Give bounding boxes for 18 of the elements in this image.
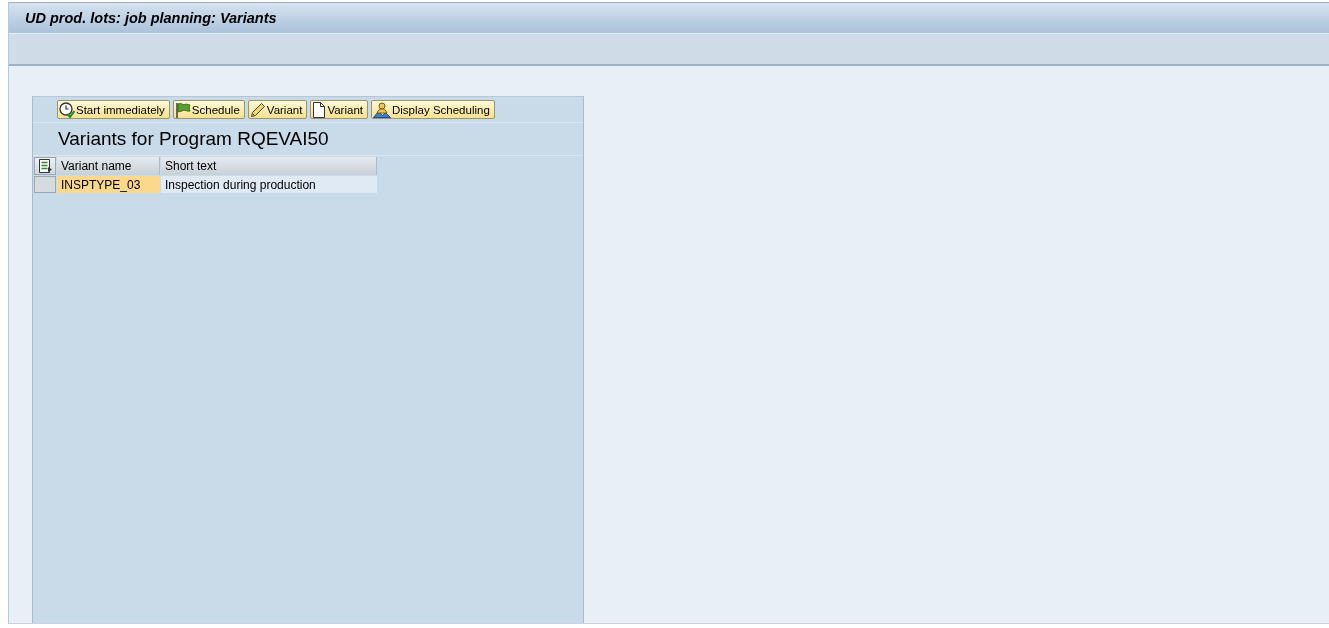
- toolbar-button[interactable]: Display Scheduling: [371, 100, 495, 119]
- table-cell: INSPTYPE_03: [57, 176, 160, 193]
- clock-check-icon: [59, 101, 75, 118]
- select-all-button[interactable]: [34, 157, 56, 175]
- window-title: UD prod. lots: job planning: Variants: [25, 10, 277, 26]
- toolbar-button[interactable]: Variant: [247, 100, 308, 119]
- pencil-icon: [249, 101, 266, 118]
- blank-page-icon: [312, 101, 327, 118]
- person-landscape-icon: [373, 101, 391, 118]
- toolbar-button[interactable]: Start immediately: [57, 100, 170, 119]
- screen-heading: Variants for Program RQEVAI50: [58, 128, 329, 150]
- column-header[interactable]: Variant name: [57, 157, 160, 175]
- toolbar-button[interactable]: Variant: [310, 100, 368, 119]
- column-header[interactable]: Short text: [161, 157, 377, 175]
- flag-icon: [174, 101, 191, 118]
- table-cell: Inspection during production: [161, 176, 377, 193]
- list-icon: [37, 158, 53, 174]
- toolbar-button[interactable]: Schedule: [172, 100, 245, 119]
